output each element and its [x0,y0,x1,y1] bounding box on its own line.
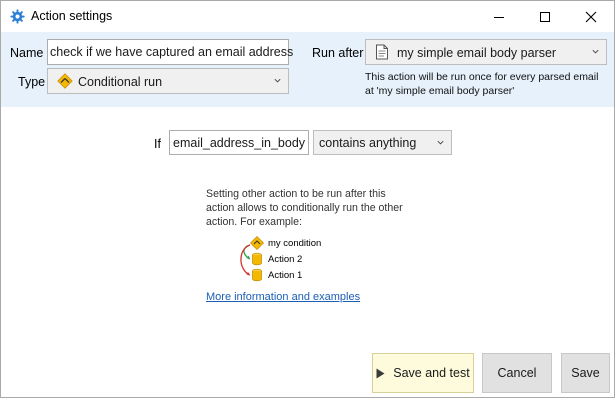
more-info-link[interactable]: More information and examples [206,291,360,303]
red-arrow [240,244,251,276]
gear-icon [10,9,25,24]
document-icon [376,44,388,60]
name-input-value: check if we have captured an email addre… [50,45,294,59]
example-diagram [240,236,264,282]
run-after-label: Run after [312,46,364,60]
close-button[interactable] [568,1,614,32]
example-item-action-2: Action 2 [268,254,303,265]
minimize-button[interactable] [476,1,522,32]
if-label: If [154,137,161,151]
chevron-down-icon [274,78,281,83]
save-and-test-label: Save and test [393,366,470,380]
run-after-select-value: my simple email body parser [397,46,557,60]
maximize-button[interactable] [522,1,568,32]
play-icon [376,368,385,378]
cancel-label: Cancel [497,366,537,380]
condition-operator-select[interactable]: contains anything [313,130,452,155]
type-select[interactable]: Conditional run [47,68,289,94]
save-button[interactable]: Save [561,353,610,393]
cancel-button[interactable]: Cancel [482,353,552,393]
condition-operator-value: contains anything [319,136,417,150]
maximize-icon [540,11,550,22]
conditional-run-icon [57,73,73,89]
window-title: Action settings [31,9,113,23]
minimize-icon [494,16,504,18]
name-input[interactable]: check if we have captured an email addre… [47,39,293,65]
action-1-icon [252,268,262,282]
title-bar: Action settings [1,1,614,32]
action-settings-window: Action settings Name check if we have ca… [0,0,615,398]
header-panel: Name check if we have captured an email … [1,32,614,107]
chevron-down-icon [437,140,444,145]
type-select-value: Conditional run [78,75,163,89]
action-2-icon [252,252,262,266]
chevron-down-icon [592,49,599,54]
save-and-test-button[interactable]: Save and test [372,353,474,393]
name-label: Name [10,46,44,60]
example-item-action-1: Action 1 [268,270,303,281]
example-item-condition: my condition [268,238,322,249]
run-after-select[interactable]: my simple email body parser [365,39,607,65]
condition-field-value: email_address_in_body [173,136,306,150]
run-after-info-text: This action will be run once for every p… [365,71,599,97]
help-text: Setting other action to be run after thi… [206,188,403,228]
type-label: Type [18,75,46,89]
condition-field-input[interactable]: email_address_in_body [169,130,309,155]
save-label: Save [571,366,600,380]
close-icon [585,11,597,22]
condition-icon [250,236,264,250]
